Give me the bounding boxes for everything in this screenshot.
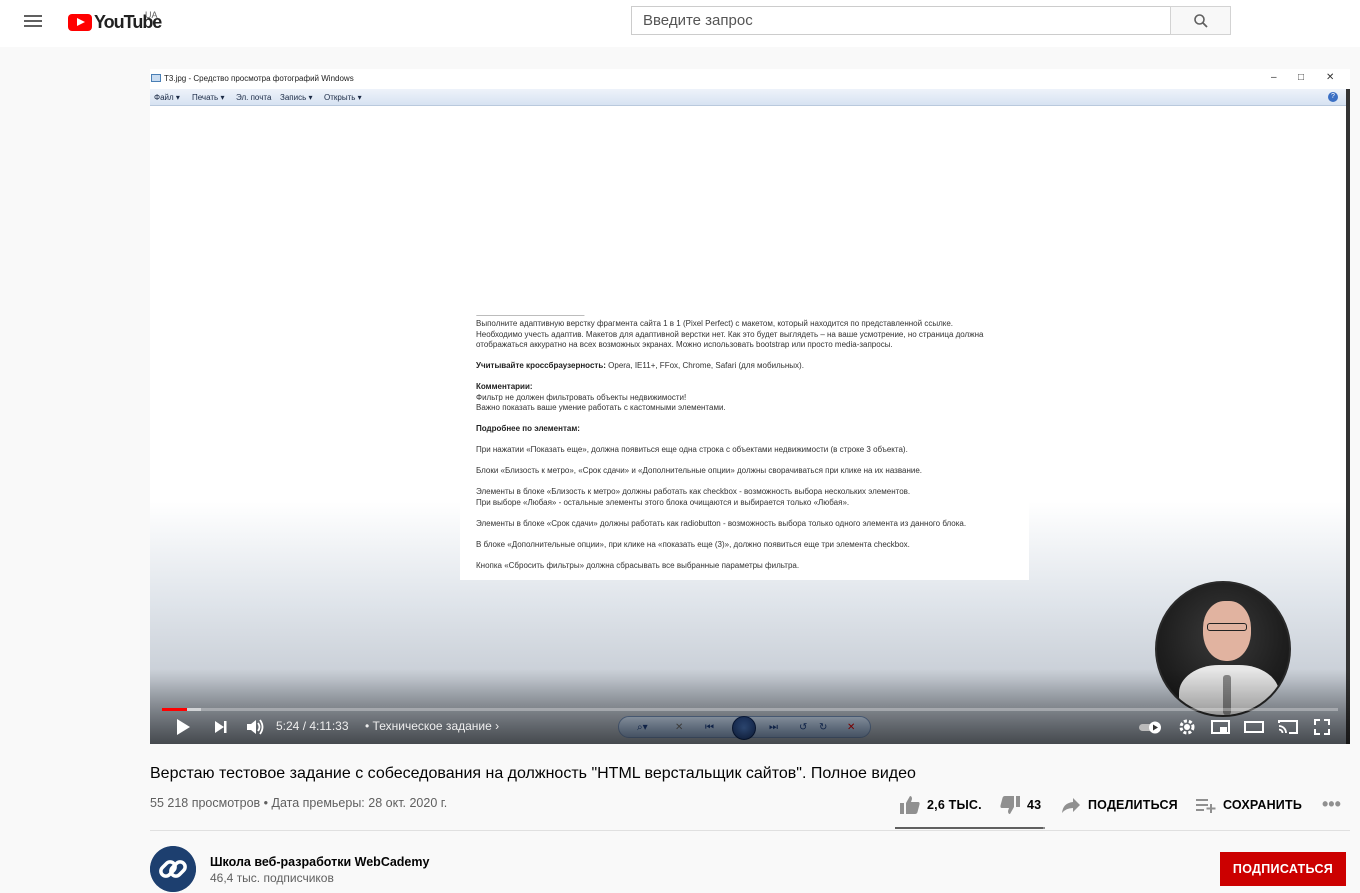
doc-line: В блоке «Дополнительные опции», при клик… <box>476 539 910 549</box>
sentiment-like-fill <box>895 827 1043 829</box>
subscribe-button[interactable]: ПОДПИСАТЬСЯ <box>1220 852 1346 886</box>
chapter-title[interactable]: • Техническое задание › <box>365 719 499 733</box>
like-button[interactable]: 2,6 ТЫС. <box>899 795 982 815</box>
maximize-icon: □ <box>1298 72 1305 83</box>
fullscreen-icon[interactable] <box>1312 717 1332 737</box>
doc-line: Блоки «Близость к метро», «Срок сдачи» и… <box>476 466 923 475</box>
doc-crossbrowser: Учитывайте кроссбраузерность: Opera, IE1… <box>476 361 804 370</box>
close-icon: ✕ <box>1326 72 1335 83</box>
doc-line: При нажатии «Показать еще», должна появи… <box>476 445 908 454</box>
share-label: ПОДЕЛИТЬСЯ <box>1088 798 1178 812</box>
doc-line: При выборе «Любая» - остальные элементы … <box>476 497 850 507</box>
share-button[interactable]: ПОДЕЛИТЬСЯ <box>1060 795 1178 815</box>
autoplay-toggle[interactable] <box>1138 717 1166 737</box>
video-info: 55 218 просмотров • Дата премьеры: 28 ок… <box>150 796 448 810</box>
like-icon <box>900 796 920 814</box>
like-count: 2,6 ТЫС. <box>927 798 982 812</box>
divider <box>150 830 1350 831</box>
channel-name[interactable]: Школа веб-разработки WebCademy <box>210 855 429 869</box>
play-icon[interactable] <box>174 717 192 737</box>
progress-bar[interactable] <box>162 708 1338 711</box>
channel-avatar[interactable] <box>150 846 196 892</box>
dislike-count: 43 <box>1027 798 1042 812</box>
photo-viewer-scrollbar <box>1346 89 1350 744</box>
save-label: СОХРАНИТЬ <box>1223 798 1302 812</box>
playlist-add-icon <box>1196 799 1216 813</box>
channel-logo-icon <box>150 846 196 892</box>
volume-icon[interactable] <box>245 717 265 737</box>
hamburger-menu-icon[interactable] <box>24 12 44 30</box>
video-player[interactable]: T3.jpg - Средство просмотра фотографий W… <box>150 69 1350 744</box>
doc-line: Элементы в блоке «Близость к метро» долж… <box>476 487 911 496</box>
search-icon <box>1193 13 1208 28</box>
photo-viewer-menu-open: Открыть ▾ <box>324 93 362 102</box>
sentiment-bar <box>895 827 1045 829</box>
doc-line: Элементы в блоке «Срок сдачи» должны раб… <box>476 518 967 528</box>
doc-heading: Подробнее по элементам: <box>476 424 580 433</box>
masthead: YouTube UA Введите запрос <box>0 0 1360 47</box>
next-video-icon[interactable] <box>213 717 229 737</box>
dislike-button[interactable]: 43 <box>999 795 1041 815</box>
doc-line: отображаться аккуратно на всех возможных… <box>476 340 893 349</box>
help-icon: ? <box>1328 92 1338 102</box>
doc-line: Фильтр не должен фильтровать объекты нед… <box>476 392 687 402</box>
subscriber-count: 46,4 тыс. подписчиков <box>210 871 334 885</box>
settings-icon[interactable] <box>1177 717 1197 737</box>
photo-viewer-titlebar: T3.jpg - Средство просмотра фотографий W… <box>150 69 1350 89</box>
video-title: Верстаю тестовое задание с собеседования… <box>150 765 916 782</box>
doc-line: Кнопка «Сбросить фильтры» должна сбрасыв… <box>476 560 800 570</box>
time-display: 5:24 / 4:11:33 <box>276 719 349 733</box>
photo-viewer-menu-file: Файл ▾ <box>154 93 180 102</box>
doc-line: Важно показать ваше умение работать с ка… <box>476 403 726 412</box>
save-button[interactable]: СОХРАНИТЬ <box>1195 795 1302 815</box>
task-document: ----------------------------------------… <box>460 310 1029 580</box>
photo-viewer-title: T3.jpg - Средство просмотра фотографий W… <box>164 74 354 83</box>
photo-viewer-menu-email: Эл. почта <box>236 93 272 102</box>
more-actions-icon[interactable]: ••• <box>1322 794 1341 815</box>
miniplayer-icon[interactable] <box>1210 717 1232 737</box>
share-icon <box>1062 798 1080 813</box>
cast-icon[interactable] <box>1277 717 1299 737</box>
search-input[interactable]: Введите запрос <box>631 6 1171 35</box>
doc-line: Выполните адаптивную верстку фрагмента с… <box>476 319 953 328</box>
theater-mode-icon[interactable] <box>1243 717 1265 737</box>
doc-line: Необходимо учесть адаптив. Макетов для а… <box>476 329 984 339</box>
photo-viewer-menu-burn: Запись ▾ <box>280 93 313 102</box>
photo-viewer-app-icon <box>151 74 161 82</box>
dislike-icon <box>1000 796 1020 814</box>
youtube-play-icon <box>68 13 92 31</box>
youtube-logo[interactable]: YouTube UA <box>68 10 162 33</box>
photo-viewer-menubar: Файл ▾ Печать ▾ Эл. почта Запись ▾ Откры… <box>150 89 1346 106</box>
doc-heading: Комментарии: <box>476 382 533 391</box>
minimize-icon: – <box>1271 72 1277 83</box>
photo-viewer-menu-print: Печать ▾ <box>192 93 225 102</box>
search-button[interactable] <box>1170 6 1231 35</box>
progress-played <box>162 708 187 711</box>
country-code: UA <box>145 10 158 20</box>
